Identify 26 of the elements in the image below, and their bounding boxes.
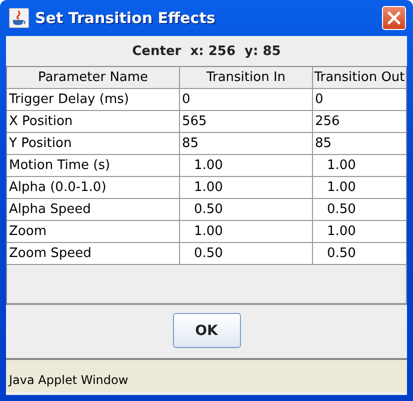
close-button[interactable] <box>382 6 406 30</box>
transition-in-cell[interactable]: 1.00 <box>180 154 312 176</box>
parameter-name-cell: Trigger Delay (ms) <box>7 88 180 110</box>
transition-in-cell[interactable]: 1.00 <box>180 176 312 198</box>
transition-in-cell[interactable]: 0.50 <box>180 198 312 220</box>
java-cup-icon <box>9 8 29 28</box>
parameter-name-cell: Alpha (0.0-1.0) <box>7 176 180 198</box>
status-bar: Java Applet Window <box>6 358 407 392</box>
parameter-name-cell: Alpha Speed <box>7 198 180 220</box>
window-title: Set Transition Effects <box>35 9 216 27</box>
column-header: Parameter Name <box>7 67 180 88</box>
column-header: Transition In <box>180 67 312 88</box>
transition-in-cell[interactable]: 0 <box>180 88 312 110</box>
parameter-name-cell: Zoom Speed <box>7 242 180 264</box>
parameter-name-cell: Zoom <box>7 220 180 242</box>
transition-in-cell[interactable]: 1.00 <box>180 220 312 242</box>
ok-button[interactable]: OK <box>172 313 240 348</box>
transition-in-cell[interactable]: 0.50 <box>180 242 312 264</box>
parameter-name-cell: Motion Time (s) <box>7 154 180 176</box>
transition-in-cell[interactable]: 565 <box>180 110 312 132</box>
center-label: Center x: 256 y: 85 <box>131 43 282 61</box>
parameter-name-cell: X Position <box>7 110 180 132</box>
column-header: Transition Out <box>312 67 406 88</box>
parameter-name-cell: Y Position <box>7 132 180 154</box>
close-icon <box>387 11 401 25</box>
transition-in-cell[interactable]: 85 <box>180 132 312 154</box>
